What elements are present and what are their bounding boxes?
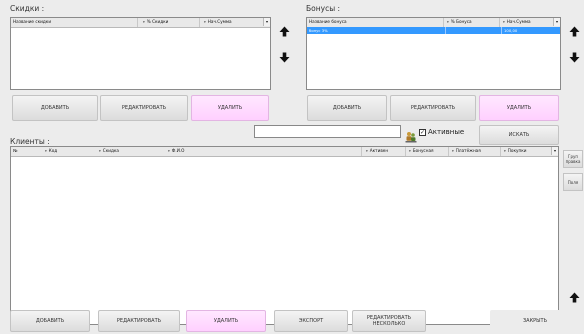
clients-edit-multiple-button[interactable]: РЕДАКТИРОВАТЬ НЕСКОЛЬКО bbox=[352, 310, 426, 332]
discounts-add-button[interactable]: ДОБАВИТЬ bbox=[12, 95, 98, 121]
discounts-table[interactable]: Название скидки ▾% Скидки ▾ Нач.Сумма ▾ bbox=[10, 17, 271, 90]
edit-multiple-label-line2: НЕСКОЛЬКО bbox=[372, 321, 406, 327]
discounts-col-percent[interactable]: ▾% Скидки bbox=[141, 18, 201, 26]
chevron-down-icon: ▾ bbox=[503, 20, 505, 24]
clients-table[interactable]: № ▾ Код ▾ Скидка ▾ Ф.И.О ▾ Активен ▾ Бонусная… bbox=[10, 146, 559, 325]
arrow-up-icon bbox=[569, 292, 579, 302]
clients-title: Клиенты : bbox=[10, 137, 50, 146]
chevron-down-icon: ▾ bbox=[204, 20, 206, 24]
discounts-edit-button[interactable]: РЕДАКТИРОВАТЬ bbox=[100, 95, 188, 121]
bonuses-col-percent[interactable]: ▾% Бонуса bbox=[445, 18, 500, 26]
clients-search-button[interactable]: ИСКАТЬ bbox=[479, 125, 559, 145]
chevron-down-icon: ▾ bbox=[447, 20, 449, 24]
bonus-name-cell: бонус 3% bbox=[309, 28, 328, 33]
bonuses-edit-button[interactable]: РЕДАКТИРОВАТЬ bbox=[390, 95, 476, 121]
fields-button[interactable]: Поля bbox=[563, 173, 583, 191]
discounts-move-up-button[interactable] bbox=[272, 20, 296, 42]
clients-col-payment-card[interactable]: ▾ Платёжная bbox=[450, 147, 500, 155]
column-chooser-icon[interactable]: ▾ bbox=[263, 18, 270, 26]
active-checkbox[interactable]: ✓ bbox=[419, 128, 426, 136]
clients-edit-button[interactable]: РЕДАКТИРОВАТЬ bbox=[98, 310, 180, 332]
bonuses-move-up-button[interactable] bbox=[562, 20, 584, 42]
arrow-down-icon bbox=[279, 52, 289, 62]
chevron-down-icon: ▾ bbox=[168, 149, 170, 153]
discounts-table-header: Название скидки ▾% Скидки ▾ Нач.Сумма ▾ bbox=[11, 18, 270, 28]
table-row[interactable]: бонус 3% 100,00 bbox=[307, 27, 560, 34]
clients-move-up-button[interactable] bbox=[562, 286, 584, 308]
clients-col-purchases[interactable]: ▾ Покупки bbox=[502, 147, 547, 155]
clients-col-discount[interactable]: ▾ Скидка bbox=[97, 147, 161, 155]
clients-export-button[interactable]: ЭКСПОРТ bbox=[274, 310, 348, 332]
bonus-percent-cell bbox=[445, 27, 500, 34]
bonuses-move-down-button[interactable] bbox=[562, 46, 584, 68]
arrow-down-icon bbox=[569, 52, 579, 62]
bonuses-col-start-sum[interactable]: ▾ Нач.Сумма bbox=[501, 18, 553, 26]
clients-col-fio[interactable]: ▾ Ф.И.О bbox=[166, 147, 316, 155]
discounts-col-start-sum[interactable]: ▾ Нач.Сумма bbox=[202, 18, 262, 26]
bonuses-table[interactable]: Название бонуса ▾% Бонуса ▾ Нач.Сумма ▾ б… bbox=[306, 17, 561, 90]
bonuses-delete-button[interactable]: УДАЛИТЬ bbox=[479, 95, 559, 121]
clients-col-code[interactable]: ▾ Код bbox=[43, 147, 97, 155]
clients-delete-button[interactable]: УДАЛИТЬ bbox=[186, 310, 266, 332]
people-search-icon[interactable] bbox=[405, 128, 417, 143]
discounts-move-down-button[interactable] bbox=[272, 46, 296, 68]
bonuses-title: Бонусы : bbox=[306, 4, 341, 13]
clients-add-button[interactable]: ДОБАВИТЬ bbox=[10, 310, 90, 332]
active-filter[interactable]: ✓ Активные bbox=[419, 127, 464, 137]
active-label: Активные bbox=[428, 128, 465, 136]
bonuses-add-button[interactable]: ДОБАВИТЬ bbox=[307, 95, 387, 121]
group-edit-button[interactable]: Груп правка bbox=[563, 150, 583, 168]
chevron-down-icon: ▾ bbox=[99, 149, 101, 153]
bonuses-col-name[interactable]: Название бонуса bbox=[307, 18, 427, 26]
arrow-up-icon bbox=[569, 26, 579, 36]
chevron-down-icon: ▾ bbox=[452, 149, 454, 153]
arrow-up-icon bbox=[279, 26, 289, 36]
clients-col-active[interactable]: ▾ Активен bbox=[364, 147, 404, 155]
discounts-col-name[interactable]: Название скидки bbox=[11, 18, 131, 26]
chevron-down-icon: ▾ bbox=[45, 149, 47, 153]
chevron-down-icon: ▾ bbox=[409, 149, 411, 153]
clients-table-header: № ▾ Код ▾ Скидка ▾ Ф.И.О ▾ Активен ▾ Бонусная… bbox=[11, 147, 558, 157]
bonus-start-sum-cell: 100,00 bbox=[501, 27, 560, 34]
chevron-down-icon: ▾ bbox=[143, 20, 145, 24]
chevron-down-icon: ▾ bbox=[504, 149, 506, 153]
discounts-delete-button[interactable]: УДАЛИТЬ bbox=[191, 95, 269, 121]
chevron-down-icon: ▾ bbox=[366, 149, 368, 153]
close-button[interactable]: ЗАКРЫТЬ bbox=[490, 310, 580, 332]
discounts-title: Скидки : bbox=[10, 4, 45, 13]
column-chooser-icon[interactable]: ▾ bbox=[551, 147, 558, 155]
clients-search-input[interactable] bbox=[254, 125, 401, 138]
column-chooser-icon[interactable]: ▾ bbox=[553, 18, 560, 26]
clients-col-number[interactable]: № bbox=[11, 147, 41, 155]
clients-col-bonus-card[interactable]: ▾ Бонусная bbox=[407, 147, 449, 155]
